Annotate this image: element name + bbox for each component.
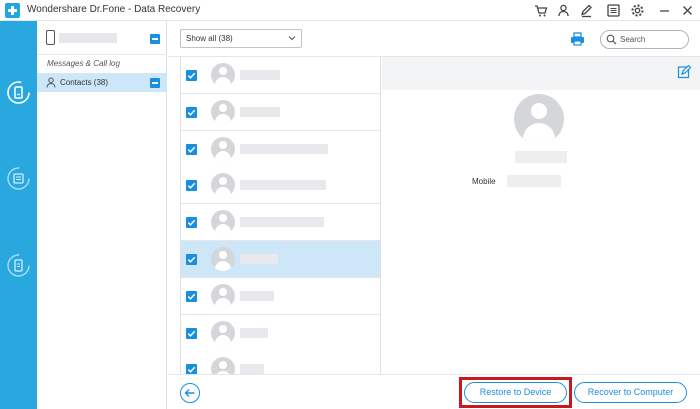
detail-header	[382, 57, 700, 90]
contact-name-redacted	[240, 143, 328, 154]
checkbox-checked[interactable]	[186, 180, 197, 192]
print-icon[interactable]	[570, 32, 585, 46]
category-item-label: Contacts (38)	[60, 78, 109, 87]
checkbox-checked[interactable]	[186, 70, 197, 81]
search-icon	[606, 34, 617, 45]
checkbox-checked[interactable]	[186, 290, 197, 302]
contact-name-redacted	[240, 327, 268, 338]
mobile-number-redacted	[507, 175, 561, 187]
mobile-label: Mobile	[472, 177, 496, 186]
avatar	[211, 63, 235, 87]
checkbox-checked[interactable]	[186, 254, 197, 265]
avatar	[211, 247, 235, 271]
avatar	[211, 136, 235, 161]
list-item[interactable]	[181, 167, 380, 205]
contact-name-redacted	[240, 364, 264, 374]
avatar	[211, 99, 235, 124]
title-bar: Wondershare Dr.Fone - Data Recovery	[0, 0, 700, 21]
category-heading: Messages & Call log	[47, 59, 120, 68]
phone-icon	[46, 30, 55, 45]
recover-from-icloud-icon[interactable]	[6, 253, 31, 278]
checkbox-checked[interactable]	[186, 327, 197, 339]
app-logo	[5, 3, 20, 18]
list-item[interactable]	[181, 93, 380, 131]
contact-name-redacted	[240, 180, 326, 191]
list-item[interactable]	[181, 204, 380, 242]
chevron-down-icon	[288, 36, 296, 41]
list-item[interactable]	[181, 130, 380, 168]
minimize-icon[interactable]	[656, 2, 673, 19]
cart-icon[interactable]	[532, 2, 549, 19]
feedback-icon[interactable]	[578, 2, 595, 19]
checkbox-checked[interactable]	[186, 106, 197, 118]
contact-name-redacted	[515, 151, 567, 163]
arrow-left-icon	[184, 389, 195, 397]
contact-avatar-large	[514, 94, 564, 144]
settings-icon[interactable]	[629, 2, 646, 19]
search-placeholder: Search	[620, 35, 646, 44]
category-item-contacts[interactable]: Contacts (38)	[37, 73, 167, 92]
restore-to-device-button[interactable]: Restore to Device	[464, 382, 567, 403]
contact-name-redacted	[240, 70, 280, 80]
avatar	[211, 283, 235, 308]
list-item[interactable]	[181, 314, 380, 352]
avatar	[211, 357, 235, 374]
mode-rail	[0, 21, 37, 409]
list-item[interactable]	[181, 241, 380, 278]
category-panel: Messages & Call log Contacts (38)	[37, 21, 167, 409]
close-icon[interactable]	[679, 2, 696, 19]
contact-name-redacted	[240, 217, 324, 228]
user-icon[interactable]	[555, 2, 572, 19]
edit-icon[interactable]	[677, 65, 691, 79]
checkbox-checked[interactable]	[186, 143, 197, 155]
recover-from-device-icon[interactable]	[6, 80, 31, 105]
app-title: Wondershare Dr.Fone - Data Recovery	[27, 4, 201, 15]
checkbox-checked[interactable]	[186, 364, 197, 374]
back-button[interactable]	[180, 383, 200, 403]
search-input[interactable]: Search	[600, 30, 689, 49]
contact-name-redacted	[240, 254, 278, 264]
checkbox-checked[interactable]	[186, 217, 197, 229]
contact-name-redacted	[240, 106, 280, 117]
avatar	[211, 320, 235, 345]
list-item[interactable]	[181, 277, 380, 315]
device-row[interactable]	[37, 21, 167, 55]
filter-value: Show all (38)	[186, 34, 233, 43]
list-toolbar: Show all (38) Search	[168, 21, 700, 57]
recover-to-computer-button[interactable]: Recover to Computer	[574, 382, 687, 403]
bottom-bar: Restore to Device Recover to Computer	[168, 374, 700, 409]
list-item[interactable]	[181, 57, 380, 94]
menu-icon[interactable]	[605, 2, 622, 19]
avatar	[211, 173, 235, 198]
device-name-redacted	[59, 33, 117, 43]
contact-list	[180, 57, 381, 374]
list-item[interactable]	[181, 351, 380, 374]
filter-dropdown[interactable]: Show all (38)	[180, 29, 302, 48]
contact-name-redacted	[240, 290, 274, 301]
recover-from-itunes-icon[interactable]	[6, 166, 31, 191]
contact-icon	[46, 77, 56, 88]
avatar	[211, 210, 235, 235]
collapse-icon[interactable]	[150, 34, 160, 44]
collapse-icon[interactable]	[150, 78, 160, 88]
